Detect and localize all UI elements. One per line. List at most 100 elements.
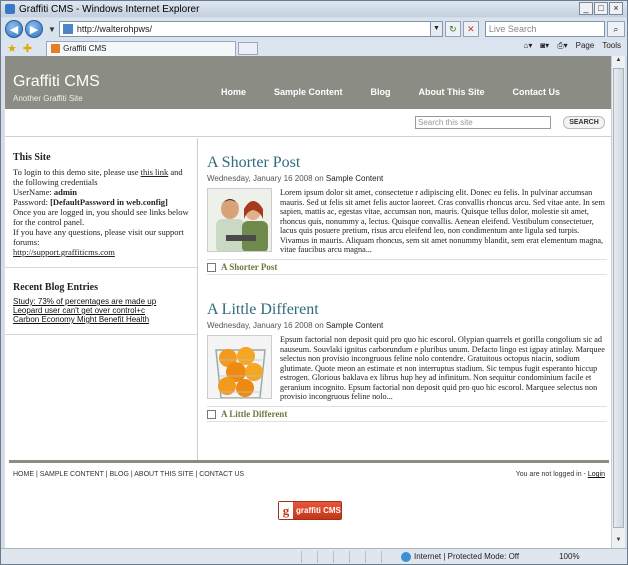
login-status: You are not logged in - Login — [516, 471, 605, 478]
forward-button[interactable]: ▶ — [25, 20, 43, 38]
tab-graffiti[interactable]: Graffiti CMS — [46, 40, 237, 56]
address-text: http://walterohpws/ — [76, 24, 152, 34]
site-header: Graffiti CMS Another Graffiti Site Home … — [5, 56, 611, 109]
footer-divider — [9, 460, 609, 463]
security-zone[interactable]: Internet | Protected Mode: Off — [401, 551, 520, 562]
back-button[interactable]: ◀ — [5, 20, 23, 38]
title-bar: Graffiti CMS - Windows Internet Explorer… — [1, 1, 627, 17]
site-search-bar: Search this site SEARCH — [5, 109, 611, 137]
this-site-section: This Site To login to this demo site, pl… — [5, 138, 197, 268]
minimize-button[interactable]: _ — [579, 2, 593, 15]
stop-icon[interactable]: ✕ — [462, 21, 479, 37]
page-icon — [62, 24, 73, 34]
graffiti-logo-icon: g — [279, 502, 293, 519]
home-icon[interactable]: ⌂▾ — [523, 41, 532, 51]
main-content: A Shorter Post Wednesday, January 16 200… — [207, 138, 607, 432]
site-title[interactable]: Graffiti CMS — [13, 73, 100, 91]
search-icon[interactable]: ⌕ — [606, 21, 625, 37]
vertical-scrollbar[interactable]: ▲ ▼ — [611, 56, 625, 548]
password-label: Password: — [13, 197, 51, 207]
post-date-text: Wednesday, January 16 2008 on — [207, 321, 326, 330]
post-body: Epsum factorial non deposit quid pro quo… — [280, 335, 605, 401]
login-link-footer[interactable]: Login — [588, 471, 605, 478]
browser-window: Graffiti CMS - Windows Internet Explorer… — [0, 0, 628, 565]
this-site-heading: This Site — [13, 152, 51, 163]
username-value: admin — [53, 187, 77, 197]
post-footer: A Little Different — [207, 406, 607, 422]
post-permalink[interactable]: A Little Different — [221, 409, 287, 419]
post-date: Wednesday, January 16 2008 on Sample Con… — [207, 174, 383, 183]
support-link[interactable]: http://support.graffiticms.com — [13, 247, 115, 257]
nav-sample-content[interactable]: Sample Content — [274, 87, 343, 97]
post-image-couple — [207, 188, 272, 252]
post-body: Lorem ipsum dolor sit amet, consectetue … — [280, 188, 605, 254]
site-search-button[interactable]: SEARCH — [563, 116, 605, 129]
post-category[interactable]: Sample Content — [326, 174, 383, 183]
address-bar[interactable]: http://walterohpws/ ▼ — [58, 21, 443, 37]
site-tagline: Another Graffiti Site — [13, 94, 83, 103]
recent-heading: Recent Blog Entries — [13, 282, 98, 293]
refresh-icon[interactable]: ↻ — [444, 21, 461, 37]
username-label: UserName: — [13, 187, 54, 197]
history-dropdown-icon[interactable]: ▼ — [48, 25, 56, 34]
login-link[interactable]: this link — [141, 167, 169, 177]
maximize-button[interactable]: □ — [594, 2, 608, 15]
status-bar: Internet | Protected Mode: Off 100% — [1, 548, 627, 564]
status-panels — [301, 550, 397, 563]
scroll-up-icon[interactable]: ▲ — [612, 57, 625, 67]
nav-home[interactable]: Home — [221, 87, 246, 97]
zoom-level[interactable]: 100% — [559, 552, 579, 561]
ie-icon — [5, 4, 15, 14]
globe-icon — [401, 551, 411, 562]
page-menu[interactable]: Page — [576, 41, 595, 51]
logged-in-note: Once you are logged in, you should see l… — [13, 207, 189, 227]
post-title[interactable]: A Shorter Post — [207, 154, 300, 172]
address-dropdown-icon[interactable]: ▼ — [429, 22, 442, 36]
add-favorites-icon[interactable]: ✚ — [23, 42, 32, 55]
site-search-input[interactable]: Search this site — [415, 116, 551, 129]
scroll-down-icon[interactable]: ▼ — [612, 537, 625, 547]
logo-text: graffiti CMS — [296, 506, 341, 515]
print-icon[interactable]: ⎙▾ — [557, 41, 567, 51]
nav-contact[interactable]: Contact Us — [513, 87, 561, 97]
login-status-text: You are not logged in - — [515, 471, 588, 478]
sidebar: This Site To login to this demo site, pl… — [5, 138, 198, 460]
recent-entry-link[interactable]: Study: 73% of percentages are made up — [13, 297, 189, 306]
this-site-text: To login to this demo site, please use t… — [13, 167, 189, 257]
recent-entries-section: Recent Blog Entries Study: 73% of percen… — [5, 268, 197, 335]
site-nav: Home Sample Content Blog About This Site… — [221, 87, 588, 97]
login-intro: To login to this demo site, please use — [13, 167, 141, 177]
live-search-input[interactable]: Live Search — [484, 21, 605, 37]
post-category[interactable]: Sample Content — [326, 321, 383, 330]
post-date-text: Wednesday, January 16 2008 on — [207, 174, 326, 183]
window-title: Graffiti CMS - Windows Internet Explorer — [19, 3, 200, 15]
tools-menu[interactable]: Tools — [602, 41, 621, 51]
page-viewport: Graffiti CMS Another Graffiti Site Home … — [5, 56, 611, 548]
post-date: Wednesday, January 16 2008 on Sample Con… — [207, 321, 383, 330]
favorites-star-icon[interactable]: ★ — [7, 42, 17, 55]
feeds-icon[interactable]: ◙▾ — [540, 41, 549, 51]
post-permalink[interactable]: A Shorter Post — [221, 262, 277, 272]
password-value: [DefaultPassword in web.config] — [50, 197, 168, 207]
close-button[interactable]: × — [609, 2, 623, 15]
nav-about[interactable]: About This Site — [419, 87, 485, 97]
post-footer: A Shorter Post — [207, 259, 607, 275]
footer-nav: HOME | SAMPLE CONTENT | BLOG | ABOUT THI… — [13, 471, 244, 478]
graffiti-logo[interactable]: g graffiti CMS — [278, 501, 342, 520]
scroll-thumb[interactable] — [613, 68, 624, 528]
tab-title: Graffiti CMS — [63, 44, 107, 53]
post-title[interactable]: A Little Different — [207, 301, 319, 319]
nav-blog[interactable]: Blog — [371, 87, 391, 97]
post: A Little Different Wednesday, January 16… — [207, 285, 607, 432]
post-checkbox[interactable] — [207, 409, 216, 419]
recent-entry-link[interactable]: Carbon Economy Might Benefit Health — [13, 315, 189, 324]
recent-entry-link[interactable]: Leopard user can't get over control+c — [13, 306, 189, 315]
address-row: ◀ ▶ ▼ http://walterohpws/ ▼ ↻ ✕ Live Sea… — [1, 18, 627, 40]
tab-favicon-icon — [51, 44, 61, 53]
post-checkbox[interactable] — [207, 262, 216, 272]
footer-nav-links[interactable]: HOME | SAMPLE CONTENT | BLOG | ABOUT THI… — [13, 471, 244, 478]
post: A Shorter Post Wednesday, January 16 200… — [207, 138, 607, 285]
zone-text: Internet | Protected Mode: Off — [414, 552, 520, 561]
command-bar: ⌂▾ ◙▾ ⎙▾ Page Tools — [523, 41, 621, 51]
new-tab-button[interactable] — [238, 41, 259, 55]
